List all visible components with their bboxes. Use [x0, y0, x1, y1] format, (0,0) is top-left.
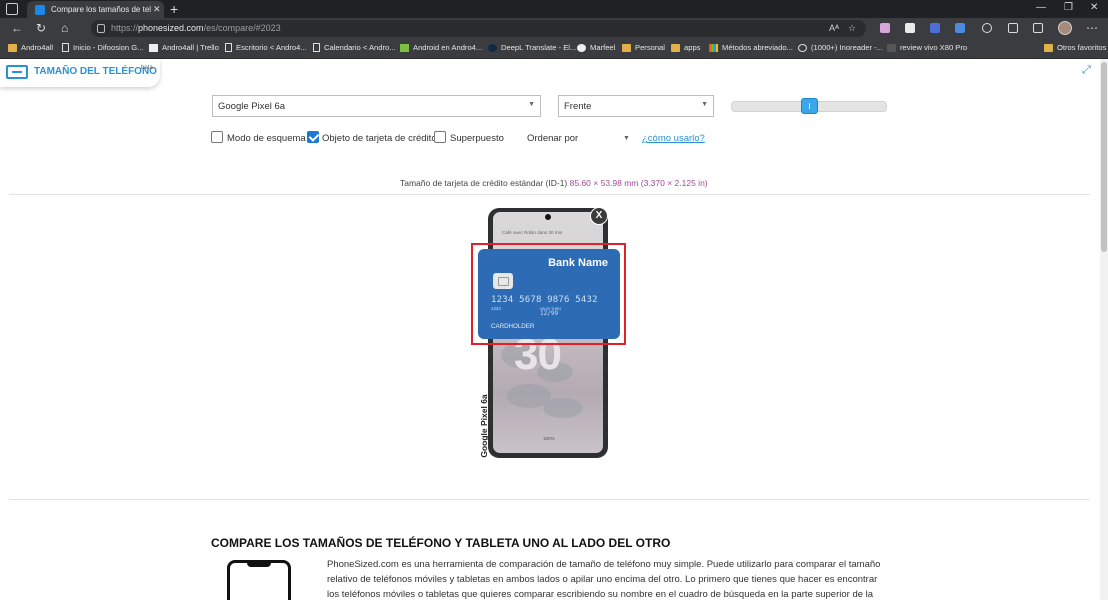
other-favorites[interactable]: Otros favoritos	[1044, 43, 1106, 52]
reload-icon[interactable]: ↻	[36, 21, 46, 35]
beta-label: beta	[141, 65, 153, 71]
restore-icon[interactable]: ❐	[1064, 2, 1073, 13]
bookmark-item[interactable]: Android en Andro4...	[400, 43, 482, 52]
chip-icon	[493, 273, 513, 289]
folder-icon	[671, 43, 680, 52]
divider	[9, 499, 1090, 500]
how-to-link[interactable]: ¿cómo usarlo?	[642, 133, 705, 144]
extension-icon[interactable]	[930, 23, 940, 33]
logo-icon	[6, 65, 28, 79]
favorite-star-icon[interactable]: ☆	[848, 23, 856, 34]
overlay-label: Superpuesto	[450, 133, 504, 144]
close-window-icon[interactable]: ✕	[1090, 2, 1098, 13]
card-holder: CARDHOLDER	[491, 323, 535, 330]
card-number: 1234 5678 9876 5432	[491, 295, 598, 305]
chevron-down-icon: ▼	[528, 101, 535, 108]
order-by-select[interactable]: Ordenar por	[527, 133, 578, 144]
bookmark-item[interactable]: Métodos abreviado...	[709, 43, 793, 52]
chevron-down-icon[interactable]: ▼	[623, 135, 630, 142]
bookmark-item[interactable]: review vivo X80 Pro	[887, 43, 967, 52]
bookmark-item[interactable]: Personal	[622, 43, 665, 52]
bookmark-item[interactable]: Andro4all | Trello	[149, 43, 219, 52]
bookmarks-bar: Andro4all Inicio - Difoosion G... Andro4…	[0, 39, 1108, 59]
favicon-icon	[35, 4, 45, 15]
bookmark-item[interactable]: Marfeel	[577, 43, 615, 52]
new-tab-icon[interactable]: +	[170, 1, 178, 17]
bookmark-item[interactable]: Inicio - Difoosion G...	[62, 43, 143, 52]
android-icon	[400, 43, 409, 52]
deepl-icon	[488, 43, 497, 52]
bookmark-item[interactable]: Andro4all	[8, 43, 53, 52]
tab-title: Compare los tamaños de teléfo	[51, 5, 151, 14]
scrollbar-thumb[interactable]	[1101, 62, 1107, 252]
folder-icon	[8, 43, 17, 52]
profile-avatar[interactable]	[1058, 21, 1072, 35]
url-text: https://phonesized.com/es/compare/#2023	[111, 23, 281, 33]
home-icon[interactable]: ⌂	[61, 21, 68, 35]
battery-text: 100%	[543, 436, 555, 441]
collections-icon[interactable]	[1033, 23, 1043, 33]
bookmark-item[interactable]: DeepL Translate - El...	[488, 43, 576, 52]
folder-icon	[1044, 43, 1053, 52]
chevron-down-icon: ▼	[701, 101, 708, 108]
more-menu-icon[interactable]: ⋯	[1086, 21, 1098, 35]
bookmark-item[interactable]: apps	[671, 43, 700, 52]
url-field[interactable]: https://phonesized.com/es/compare/#2023 …	[91, 20, 866, 37]
card-small-number: 1234	[491, 306, 501, 311]
outline-mode-label: Modo de esquema	[227, 133, 306, 144]
page-icon	[62, 43, 69, 52]
lockscreen-notification: Café avec Robin dans 30 min	[502, 230, 563, 235]
inoreader-icon	[798, 43, 807, 52]
article-title: COMPARE LOS TAMAÑOS DE TELÉFONO Y TABLET…	[211, 536, 671, 550]
article-paragraph: PhoneSized.com es una herramienta de com…	[327, 559, 881, 600]
extension-icon[interactable]	[880, 23, 890, 33]
trello-icon	[149, 43, 158, 52]
browser-tab-bar: Compare los tamaños de teléfo ✕ + — ❐ ✕	[0, 0, 1108, 18]
credit-card[interactable]: Bank Name 1234 5678 9876 5432 1234 VALID…	[478, 249, 620, 339]
page-icon	[887, 43, 896, 52]
page-icon	[225, 43, 232, 52]
phone-outline-icon	[227, 560, 291, 600]
favorites-icon[interactable]	[1008, 23, 1018, 33]
extension-icon[interactable]	[955, 23, 965, 33]
card-bank-name: Bank Name	[548, 257, 608, 269]
extensions-icon[interactable]	[982, 23, 992, 33]
bookmark-item[interactable]: Calendario < Andro...	[313, 43, 396, 52]
read-aloud-icon[interactable]: Aᴬ	[829, 23, 839, 33]
lock-icon[interactable]	[97, 24, 105, 33]
close-tab-icon[interactable]: ✕	[153, 4, 161, 15]
fullscreen-icon[interactable]: ⤢	[1082, 64, 1091, 77]
card-expiry: 12/99	[540, 310, 559, 317]
minimize-icon[interactable]: —	[1036, 2, 1046, 13]
site-logo[interactable]: TAMAÑO DEL TELÉFONO beta	[0, 59, 160, 87]
page-icon	[313, 43, 320, 52]
phone-name-label: Google Pixel 6a	[479, 394, 489, 458]
bookmark-item[interactable]: (1000+) Inoreader -...	[798, 43, 883, 52]
divider	[9, 194, 1090, 195]
browser-tab[interactable]: Compare los tamaños de teléfo ✕	[27, 1, 164, 18]
marfeel-icon	[577, 43, 586, 52]
address-bar: ← ↻ ⌂ https://phonesized.com/es/compare/…	[0, 18, 1108, 39]
device-select[interactable]: Google Pixel 6a ▼	[212, 95, 541, 117]
view-select[interactable]: Frente ▼	[558, 95, 714, 117]
back-icon[interactable]: ←	[11, 21, 23, 35]
wallpaper-leaf	[543, 398, 583, 418]
logo-text: TAMAÑO DEL TELÉFONO	[34, 66, 157, 77]
credit-card-checkbox[interactable]	[307, 131, 319, 143]
camera-hole	[545, 214, 551, 220]
card-size-info: Tamaño de tarjeta de crédito estándar (I…	[400, 178, 708, 188]
workspaces-icon[interactable]	[6, 3, 18, 15]
microsoft-icon	[709, 43, 718, 52]
folder-icon	[622, 43, 631, 52]
size-slider-handle[interactable]	[801, 98, 818, 114]
outline-mode-checkbox[interactable]	[211, 131, 223, 143]
credit-card-label: Objeto de tarjeta de crédito	[322, 133, 437, 144]
overlay-checkbox[interactable]	[434, 131, 446, 143]
close-icon[interactable]: X	[590, 207, 608, 225]
extension-icon[interactable]	[905, 23, 915, 33]
bookmark-item[interactable]: Escritorio < Andro4...	[225, 43, 307, 52]
